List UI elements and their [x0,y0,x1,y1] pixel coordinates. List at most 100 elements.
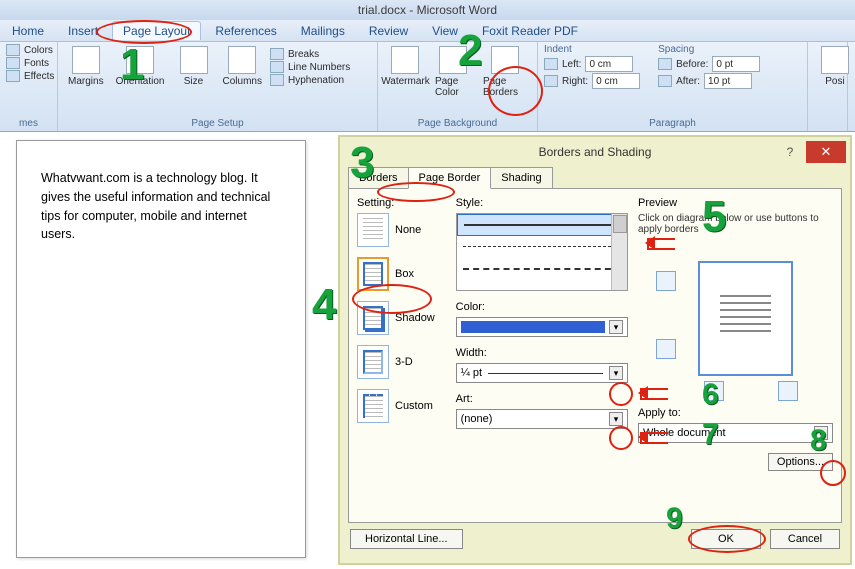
style-scrollbar[interactable] [611,214,627,290]
tab-borders[interactable]: Borders [348,167,409,188]
width-dropdown[interactable]: ¼ pt▾ [456,363,628,383]
dialog-body: Setting: None Box Shadow 3-D Custom Styl… [348,188,842,523]
cancel-button[interactable]: Cancel [770,529,840,549]
page[interactable]: Whatvwant.com is a technology blog. It g… [16,140,306,558]
group-label-page-setup: Page Setup [64,116,371,129]
dialog-title-bar[interactable]: Borders and Shading ? ✕ [340,137,850,167]
options-button[interactable]: Options... [768,453,833,471]
dialog-footer: Horizontal Line... OK Cancel [340,523,850,555]
page-borders-icon [491,46,519,74]
preview-hint: Click on diagram below or use buttons to… [638,213,833,235]
style-row[interactable] [457,236,627,258]
tab-view[interactable]: View [422,22,468,40]
tab-insert[interactable]: Insert [58,22,108,40]
dialog-close-button[interactable]: ✕ [806,141,846,163]
colors-icon [6,44,20,56]
hyphenation-button[interactable]: Hyphenation [270,74,350,86]
style-column: Style: Color: ▾ Width: ¼ pt▾ Art: (none)… [456,197,628,514]
style-label: Style: [456,197,628,209]
setting-3d[interactable]: 3-D [357,345,446,379]
effects-icon [6,70,20,82]
preview-box [638,241,833,401]
group-label-paragraph: Paragraph [544,116,801,129]
spacing-after-input[interactable]: 10 pt [704,73,752,89]
tab-page-border[interactable]: Page Border [408,167,492,189]
page-borders-button[interactable]: Page Borders [479,44,531,116]
apply-to-dropdown[interactable]: Whole document▾ [638,423,833,443]
preview-left-button[interactable] [704,381,724,401]
tab-foxit[interactable]: Foxit Reader PDF [472,22,588,40]
spacing-before-icon [658,58,672,70]
horizontal-line-button[interactable]: Horizontal Line... [350,529,463,549]
setting-none-icon [357,213,389,247]
themes-colors[interactable]: Colors [6,44,54,56]
style-row[interactable] [457,280,627,291]
app-title: trial.docx - Microsoft Word [358,3,497,17]
line-numbers-icon [270,61,284,73]
borders-shading-dialog: Borders and Shading ? ✕ Borders Page Bor… [338,135,852,565]
color-dropdown[interactable]: ▾ [456,317,628,337]
margins-button[interactable]: Margins [64,44,108,116]
ok-button[interactable]: OK [691,529,761,549]
indent-right-input[interactable]: 0 cm [592,73,640,89]
group-label-themes: mes [6,116,51,129]
position-icon [821,46,849,74]
breaks-button[interactable]: Breaks [270,48,350,60]
position-button[interactable]: Posi [814,44,855,129]
orientation-icon [126,46,154,74]
tab-mailings[interactable]: Mailings [291,22,355,40]
line-numbers-button[interactable]: Line Numbers [270,61,350,73]
tab-page-layout[interactable]: Page Layout [112,21,201,40]
color-label: Color: [456,301,628,313]
setting-box[interactable]: Box [357,257,446,291]
watermark-button[interactable]: Watermark [384,44,427,116]
themes-fonts[interactable]: Fonts [6,57,54,69]
style-row[interactable] [457,214,627,236]
preview-page[interactable] [698,261,793,376]
page-color-icon [439,46,467,74]
watermark-icon [391,46,419,74]
tab-references[interactable]: References [205,22,286,40]
setting-label: Setting: [357,197,446,209]
indent-right-row: Right:0 cm [544,73,640,89]
spacing-before-row: Before:0 pt [658,56,760,72]
preview-top-button[interactable] [656,271,676,291]
indent-left-input[interactable]: 0 cm [585,56,633,72]
preview-bottom-button[interactable] [656,339,676,359]
fonts-icon [6,57,20,69]
settings-column: Setting: None Box Shadow 3-D Custom [357,197,446,514]
ribbon-tabs: Home Insert Page Layout References Maili… [0,20,855,42]
title-bar: trial.docx - Microsoft Word [0,0,855,20]
setting-shadow-icon [357,301,389,335]
themes-effects[interactable]: Effects [6,70,54,82]
spacing-label: Spacing [658,44,760,55]
group-paragraph: Indent Left:0 cm Right:0 cm Spacing Befo… [538,42,808,131]
hyphenation-icon [270,74,284,86]
spacing-before-input[interactable]: 0 pt [712,56,760,72]
indent-left-row: Left:0 cm [544,56,640,72]
ribbon: Colors Fonts Effects mes Margins Orienta… [0,42,855,132]
group-label-page-background: Page Background [384,116,531,129]
tab-shading[interactable]: Shading [490,167,552,188]
size-button[interactable]: Size [173,44,215,116]
breaks-icon [270,48,284,60]
color-swatch [461,321,605,333]
preview-right-button[interactable] [778,381,798,401]
tab-home[interactable]: Home [2,22,54,40]
art-label: Art: [456,393,628,405]
setting-none[interactable]: None [357,213,446,247]
columns-button[interactable]: Columns [219,44,266,116]
scroll-thumb[interactable] [613,215,627,233]
group-themes: Colors Fonts Effects mes [0,42,58,131]
tab-review[interactable]: Review [359,22,418,40]
style-row[interactable] [457,258,627,280]
chevron-down-icon: ▾ [814,426,828,440]
art-dropdown[interactable]: (none)▾ [456,409,628,429]
setting-custom[interactable]: Custom [357,389,446,423]
style-list[interactable] [456,213,628,291]
dialog-help-button[interactable]: ? [778,141,802,163]
page-color-button[interactable]: Page Color [431,44,475,116]
size-icon [180,46,208,74]
orientation-button[interactable]: Orientation [112,44,169,116]
setting-shadow[interactable]: Shadow [357,301,446,335]
